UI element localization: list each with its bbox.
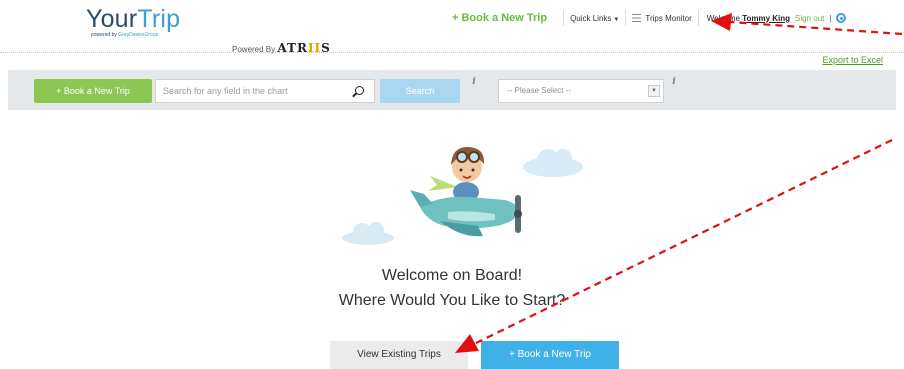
start-heading: Where Would You Like to Start? [338, 292, 566, 309]
airplane-illustration [342, 146, 583, 245]
view-existing-trips-button[interactable]: View Existing Trips [330, 341, 468, 369]
page: YourTrip powered by GrayDawesGroup Power… [0, 0, 904, 369]
cloud-icon [342, 222, 394, 245]
welcome-heading: Welcome on Board! [381, 267, 523, 284]
main-book-new-trip-button[interactable]: + Book a New Trip [481, 341, 619, 369]
cloud-icon [523, 149, 583, 177]
